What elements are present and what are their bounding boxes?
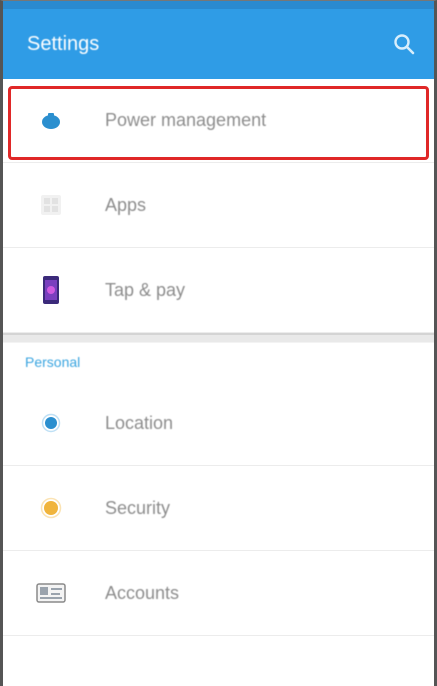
section-header-label: Personal [25, 354, 81, 370]
list-item-label: Location [105, 412, 174, 433]
location-icon [31, 403, 71, 443]
list-item-power-management[interactable]: Power management [3, 79, 434, 163]
list-item-label: Power management [105, 110, 267, 130]
list-item-accounts[interactable]: Accounts [3, 551, 434, 636]
apps-icon [31, 185, 71, 225]
settings-screen: Settings Power management Apps Tap & pay… [0, 0, 437, 686]
tap-pay-icon [31, 270, 71, 310]
list-item-security[interactable]: Security [3, 466, 434, 551]
list-item-tap-pay[interactable]: Tap & pay [3, 248, 434, 333]
search-icon [394, 34, 415, 55]
list-item-label: Security [105, 497, 171, 518]
app-bar: Settings [3, 1, 434, 79]
list-item-label: Apps [105, 194, 147, 215]
settings-list: Power management Apps Tap & pay Personal… [3, 79, 434, 636]
list-item-apps[interactable]: Apps [3, 163, 434, 248]
security-icon [31, 488, 71, 528]
list-item-location[interactable]: Location [3, 381, 434, 466]
search-button[interactable] [384, 24, 424, 64]
power-icon [31, 101, 71, 141]
page-title: Settings [27, 32, 100, 55]
section-header: Personal [3, 343, 434, 381]
list-item-label: Accounts [105, 582, 180, 603]
accounts-icon [31, 573, 71, 613]
section-divider [3, 333, 434, 343]
list-item-label: Tap & pay [105, 279, 186, 300]
